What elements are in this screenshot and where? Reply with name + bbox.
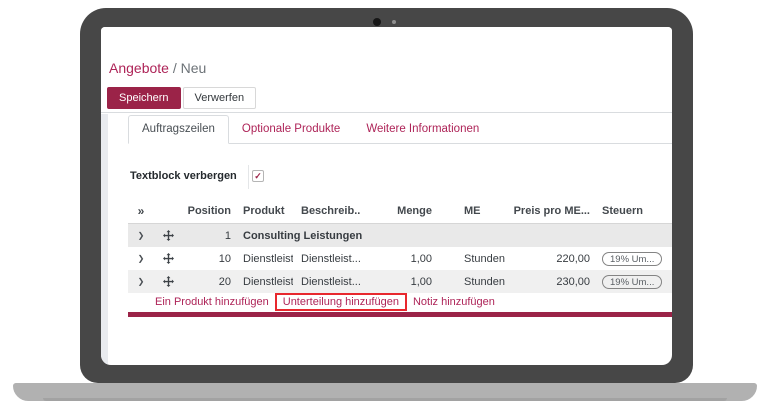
webcam-led-icon xyxy=(392,20,396,24)
cell-preis: 220,00 xyxy=(506,247,594,270)
cell-menge: 1,00 xyxy=(360,270,436,293)
table-row-product-10[interactable]: ❯ 10 Dienstleist... Dienstleist... 1,00 … xyxy=(128,247,672,270)
col-header-steuern[interactable]: Steuern xyxy=(594,198,672,223)
cell-position: 10 xyxy=(182,247,235,270)
app-screen: Angebote / Neu Speichern Verwerfen Auftr… xyxy=(101,27,672,365)
col-header-position[interactable]: Position xyxy=(182,198,235,223)
hide-textblock-checkbox[interactable]: ✓ xyxy=(252,170,264,182)
col-header-me[interactable]: ME xyxy=(436,198,506,223)
accent-divider-bar xyxy=(128,312,672,317)
tab-weitere-informationen[interactable]: Weitere Informationen xyxy=(353,116,492,143)
table-row-section[interactable]: ❯ 1 Consulting Leistungen xyxy=(128,224,672,247)
cell-produkt: Dienstleist... xyxy=(235,270,293,293)
col-header-produkt[interactable]: Produkt xyxy=(235,198,293,223)
table-footer-links: Ein Produkt hinzufügen Unterteilung hinz… xyxy=(128,293,672,311)
laptop-base xyxy=(13,383,757,401)
cell-me: Stunden xyxy=(436,270,506,293)
tab-optionale-produkte[interactable]: Optionale Produkte xyxy=(229,116,353,143)
col-header-menge[interactable]: Menge xyxy=(360,198,436,223)
cell-me: Stunden xyxy=(436,247,506,270)
add-note-link[interactable]: Notiz hinzufügen xyxy=(413,296,495,308)
expand-row-icon[interactable]: ❯ xyxy=(128,247,154,270)
section-position: 1 xyxy=(182,224,235,247)
table-header-row: » Position Produkt Beschreib... Menge ME… xyxy=(128,198,672,224)
notebook-tabs: Auftragszeilen Optionale Produkte Weiter… xyxy=(128,116,672,144)
webcam-icon xyxy=(373,18,381,26)
save-button[interactable]: Speichern xyxy=(107,87,181,109)
add-product-link[interactable]: Ein Produkt hinzufügen xyxy=(155,296,269,308)
cell-steuern: 19% Um... xyxy=(594,270,672,293)
breadcrumb-separator: / xyxy=(173,60,177,76)
discard-button[interactable]: Verwerfen xyxy=(183,87,257,109)
hide-textblock-label: Textblock verbergen xyxy=(130,170,237,182)
form-header: Angebote / Neu Speichern Verwerfen xyxy=(101,27,672,113)
cell-preis: 230,00 xyxy=(506,270,594,293)
drag-handle-icon[interactable] xyxy=(154,247,182,270)
col-header-beschreibung[interactable]: Beschreib... xyxy=(293,198,360,223)
tab-auftragszeilen[interactable]: Auftragszeilen xyxy=(128,115,229,144)
section-label: Consulting Leistungen xyxy=(235,224,672,247)
expand-row-icon[interactable]: ❯ xyxy=(128,224,154,247)
tax-tag[interactable]: 19% Um... xyxy=(602,252,662,266)
drag-column-header xyxy=(154,198,182,223)
cell-beschreibung: Dienstleist... xyxy=(293,270,360,293)
order-lines-table: » Position Produkt Beschreib... Menge ME… xyxy=(128,198,672,317)
action-buttons: Speichern Verwerfen xyxy=(107,87,256,109)
drag-handle-icon[interactable] xyxy=(154,224,182,247)
cell-menge: 1,00 xyxy=(360,247,436,270)
cell-steuern: 19% Um... xyxy=(594,247,672,270)
cell-position: 20 xyxy=(182,270,235,293)
laptop-frame: Angebote / Neu Speichern Verwerfen Auftr… xyxy=(80,8,693,383)
tax-tag[interactable]: 19% Um... xyxy=(602,275,662,289)
cell-produkt: Dienstleist... xyxy=(235,247,293,270)
breadcrumb-parent-link[interactable]: Angebote xyxy=(109,60,169,76)
content-left-margin xyxy=(101,114,108,365)
page-canvas: Angebote / Neu Speichern Verwerfen Auftr… xyxy=(0,0,770,404)
drag-handle-icon[interactable] xyxy=(154,270,182,293)
add-section-link-highlighted[interactable]: Unterteilung hinzufügen xyxy=(275,293,407,311)
expand-all-icon[interactable]: » xyxy=(128,198,154,223)
breadcrumb-current: Neu xyxy=(181,60,207,76)
table-row-product-20[interactable]: ❯ 20 Dienstleist... Dienstleist... 1,00 … xyxy=(128,270,672,293)
col-header-preis[interactable]: Preis pro ME... xyxy=(506,198,594,223)
cell-beschreibung: Dienstleist... xyxy=(293,247,360,270)
breadcrumb: Angebote / Neu xyxy=(109,60,206,76)
checkmark-icon: ✓ xyxy=(254,172,262,181)
expand-row-icon[interactable]: ❯ xyxy=(128,270,154,293)
field-separator xyxy=(248,165,249,189)
